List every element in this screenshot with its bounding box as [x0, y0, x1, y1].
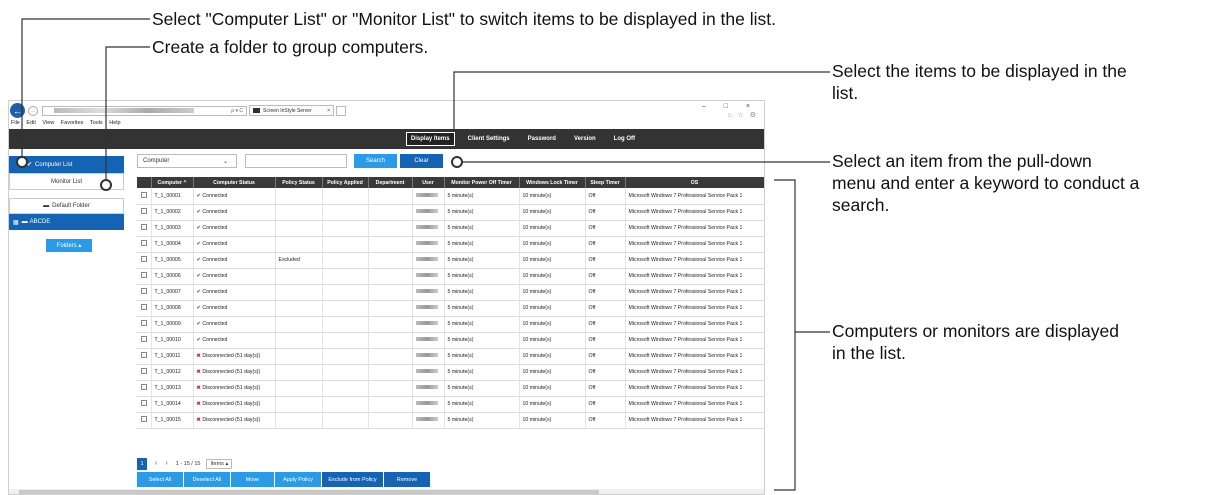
callout-line-list-switch	[21, 18, 150, 162]
figure: Select "Computer List" or "Monitor List"…	[0, 0, 1225, 495]
callout-line-folder	[105, 46, 150, 185]
callout-dot-computer-list	[16, 156, 28, 168]
callout-line-display-items	[453, 71, 830, 130]
callout-lines	[16, 18, 830, 491]
callout-dot-search	[451, 156, 463, 168]
callout-line-list	[774, 179, 796, 491]
callout-dot-folder	[100, 179, 112, 191]
